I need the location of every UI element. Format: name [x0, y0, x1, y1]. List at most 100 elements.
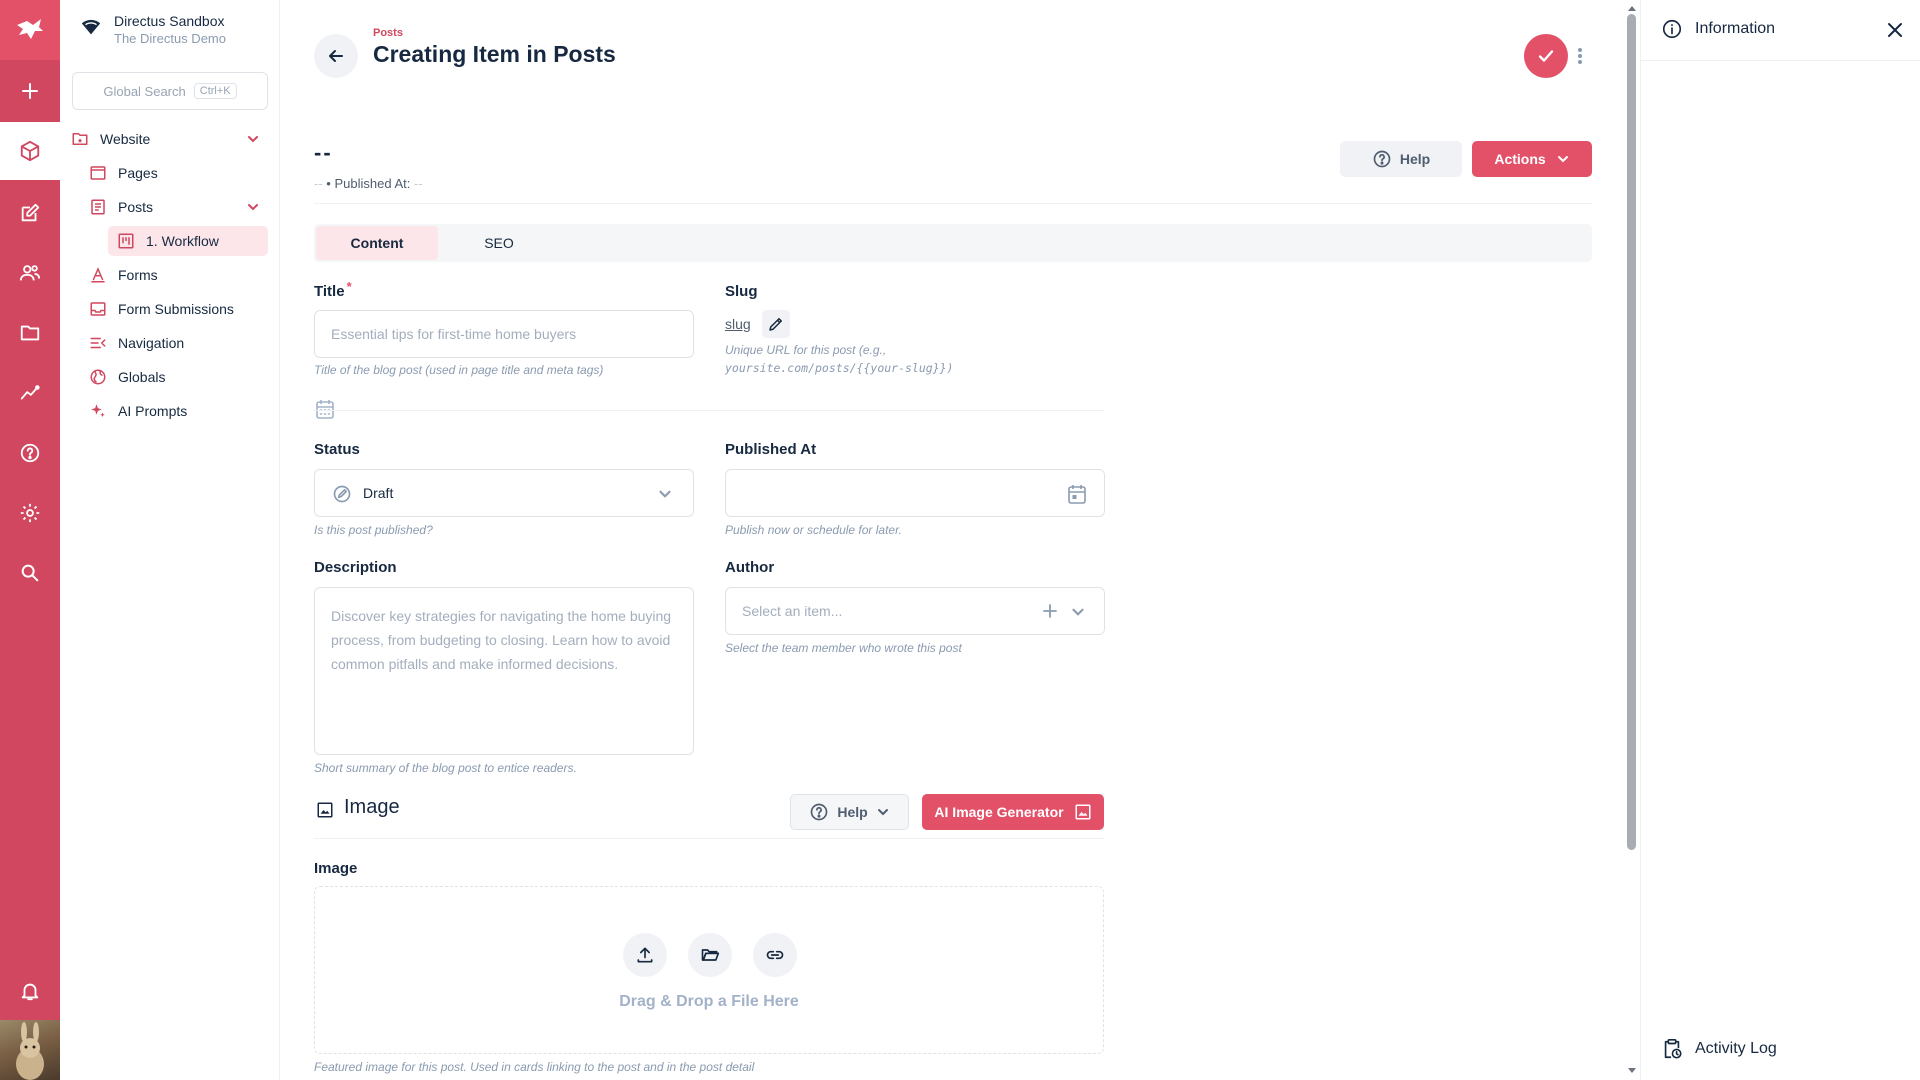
- settings-module-icon[interactable]: [0, 484, 60, 542]
- tab-bar: Content SEO: [314, 224, 1592, 262]
- chevron-down-icon[interactable]: [246, 200, 260, 214]
- nav-item-label: Globals: [118, 369, 166, 385]
- title-placeholder: Essential tips for first-time home buyer…: [331, 326, 577, 342]
- close-icon: [1888, 23, 1902, 37]
- status-field-label: Status: [314, 441, 360, 458]
- image-help-button[interactable]: Help: [790, 794, 909, 830]
- global-search-input[interactable]: Global Search Ctrl+K: [72, 72, 268, 110]
- link-icon[interactable]: [753, 933, 797, 977]
- status-note: Is this post published?: [314, 523, 433, 537]
- author-note: Select the team member who wrote this po…: [725, 641, 962, 655]
- back-button[interactable]: [314, 34, 358, 78]
- save-button[interactable]: [1524, 34, 1568, 78]
- information-header[interactable]: Information: [1661, 18, 1775, 40]
- published-at-input[interactable]: [725, 469, 1105, 517]
- image-note: Featured image for this post. Used in ca…: [314, 1060, 755, 1074]
- search-module-icon[interactable]: [0, 544, 60, 602]
- calendar-icon[interactable]: [1068, 484, 1086, 504]
- more-options-button[interactable]: [1572, 44, 1588, 68]
- author-placeholder: Select an item...: [742, 603, 843, 619]
- scroll-up-arrow-icon[interactable]: [1626, 3, 1638, 13]
- nav-item-form-submissions[interactable]: Form Submissions: [88, 294, 270, 324]
- files-module-icon[interactable]: [0, 304, 60, 362]
- help-module-icon[interactable]: [0, 424, 60, 482]
- tab-seo[interactable]: SEO: [438, 226, 560, 260]
- add-icon[interactable]: [1042, 603, 1058, 619]
- slug-value[interactable]: slug: [725, 316, 751, 332]
- user-avatar[interactable]: [0, 1020, 60, 1080]
- author-field-label: Author: [725, 559, 775, 576]
- slug-note-line2: yoursite.com/posts/{{your-slug}}): [725, 361, 954, 375]
- upload-icon[interactable]: [623, 933, 667, 977]
- slug-field-label: Slug: [725, 283, 758, 300]
- navigation-panel: Directus Sandbox The Directus Demo Globa…: [60, 0, 280, 1080]
- clipboard-clock-icon: [1664, 1039, 1682, 1059]
- edit-module-icon[interactable]: [0, 184, 60, 242]
- scrollbar-thumb[interactable]: [1627, 14, 1636, 850]
- image-section-title: Image: [344, 796, 400, 818]
- info-icon: [1662, 19, 1682, 39]
- calendar-icon: [316, 399, 334, 419]
- nav-item-label: Navigation: [118, 335, 185, 351]
- notifications-icon[interactable]: [0, 962, 60, 1020]
- content-module-icon[interactable]: [0, 122, 60, 180]
- nav-item-label: AI Prompts: [118, 403, 188, 419]
- nav-item-label: Pages: [118, 165, 158, 181]
- inbox-icon: [88, 299, 108, 319]
- draft-status-icon: [332, 484, 352, 504]
- nav-item-navigation[interactable]: Navigation: [88, 328, 270, 358]
- divider: [314, 838, 1104, 839]
- create-icon[interactable]: [0, 62, 60, 120]
- image-dropzone[interactable]: Drag & Drop a File Here: [314, 886, 1104, 1054]
- ai-image-generator-label: AI Image Generator: [934, 804, 1064, 820]
- directus-logo[interactable]: [0, 0, 60, 60]
- chevron-down-icon[interactable]: [1070, 604, 1086, 620]
- sidebar: Information Activity Log: [1640, 0, 1920, 1080]
- title-note: Title of the blog post (used in page tit…: [314, 363, 604, 377]
- title-input[interactable]: Essential tips for first-time home buyer…: [314, 310, 694, 358]
- breadcrumb[interactable]: Posts: [373, 27, 403, 39]
- nav-item-forms[interactable]: Forms: [88, 260, 270, 290]
- author-select[interactable]: Select an item...: [725, 587, 1105, 635]
- nav-item-pages[interactable]: Pages: [88, 158, 270, 188]
- nav-item-label: Form Submissions: [118, 301, 234, 317]
- slug-edit-button[interactable]: [762, 310, 790, 338]
- image-help-label: Help: [837, 804, 868, 820]
- article-icon: [88, 197, 108, 217]
- global-search-label: Global Search: [103, 83, 186, 99]
- users-module-icon[interactable]: [0, 244, 60, 302]
- nav-item-globals[interactable]: Globals: [88, 362, 270, 392]
- sparkle-icon: [88, 401, 108, 421]
- status-value: Draft: [363, 485, 394, 501]
- nav-item-workflow[interactable]: 1. Workflow: [108, 226, 268, 256]
- published-at-label: • Published At:: [326, 176, 411, 191]
- title-label-text: Title: [314, 283, 345, 300]
- close-sidebar-button[interactable]: [1883, 18, 1907, 42]
- actions-button[interactable]: Actions: [1472, 141, 1592, 177]
- scroll-down-arrow-icon[interactable]: [1626, 1066, 1638, 1076]
- description-textarea[interactable]: Discover key strategies for navigating t…: [314, 587, 694, 755]
- chevron-down-icon[interactable]: [246, 132, 260, 146]
- insights-module-icon[interactable]: [0, 364, 60, 422]
- nav-item-label: Website: [100, 131, 151, 147]
- page-title: Creating Item in Posts: [373, 41, 616, 67]
- search-shortcut: Ctrl+K: [193, 83, 237, 99]
- project-info[interactable]: Directus Sandbox The Directus Demo: [80, 12, 226, 48]
- description-field-label: Description: [314, 559, 397, 576]
- title-field-label: Title *: [314, 279, 352, 300]
- help-button[interactable]: Help: [1340, 141, 1462, 177]
- menu-open-icon: [88, 333, 108, 353]
- nav-item-website[interactable]: Website: [70, 124, 270, 154]
- nav-item-ai-prompts[interactable]: AI Prompts: [88, 396, 270, 426]
- ai-image-generator-button[interactable]: AI Image Generator: [922, 794, 1104, 830]
- nav-item-posts[interactable]: Posts: [88, 192, 270, 222]
- actions-label: Actions: [1494, 151, 1546, 167]
- required-marker: *: [346, 279, 352, 294]
- pencil-icon: [769, 318, 782, 331]
- status-select[interactable]: Draft: [314, 469, 694, 517]
- description-placeholder: Discover key strategies for navigating t…: [331, 608, 672, 672]
- folder-open-icon[interactable]: [688, 933, 732, 977]
- tab-content[interactable]: Content: [316, 226, 438, 260]
- activity-log-item[interactable]: Activity Log: [1661, 1038, 1777, 1060]
- project-name: Directus Sandbox: [114, 13, 225, 29]
